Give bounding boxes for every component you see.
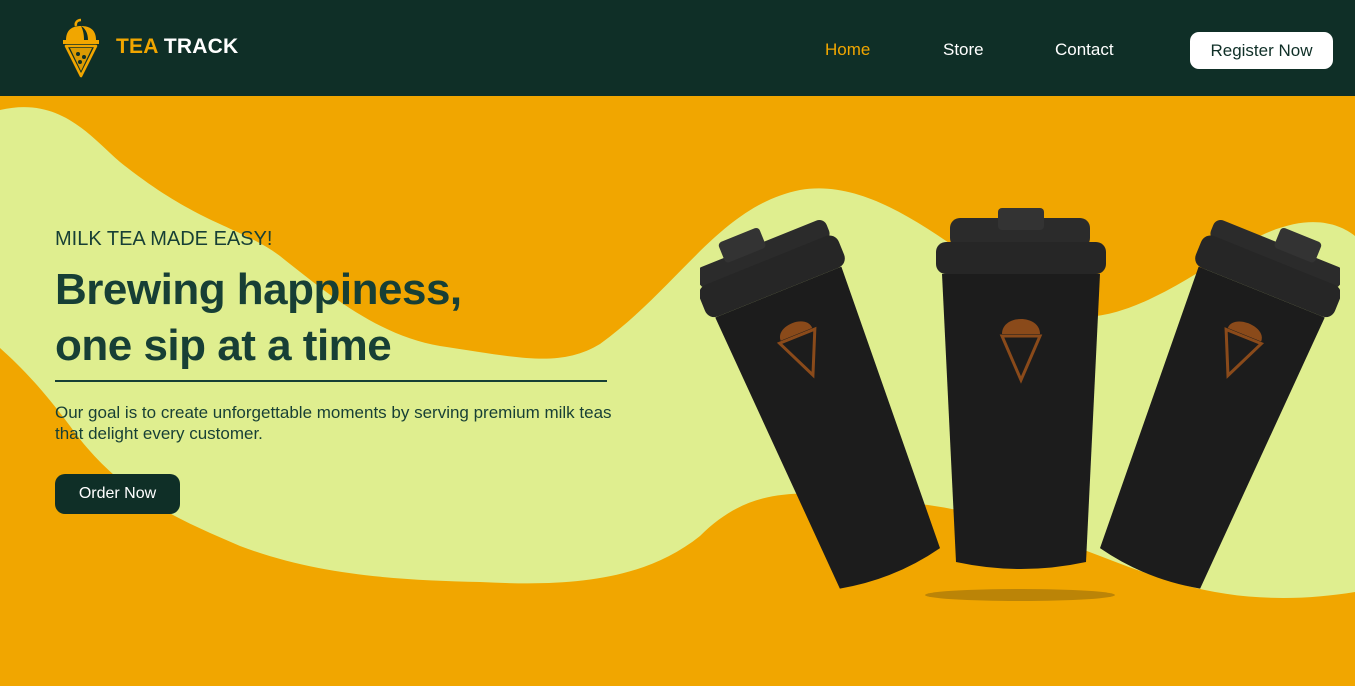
milk-tea-cone-icon — [63, 18, 99, 78]
tumbler-center — [936, 208, 1106, 569]
brand-name: TEA TRACK — [116, 35, 238, 59]
nav-item-home[interactable]: Home — [825, 40, 870, 60]
hero-headline-line1: Brewing happiness, — [55, 265, 462, 314]
top-navbar: TEA TRACK Home Store Contact Register No… — [0, 0, 1355, 96]
brand-logo[interactable]: TEA TRACK — [58, 16, 238, 78]
nav-item-store[interactable]: Store — [943, 40, 984, 60]
order-now-button[interactable]: Order Now — [55, 474, 180, 514]
hero-description: Our goal is to create unforgettable mome… — [55, 403, 612, 443]
hero-eyebrow: MILK TEA MADE EASY! — [55, 228, 273, 250]
hero-divider — [55, 380, 607, 382]
nav-item-contact[interactable]: Contact — [1055, 40, 1114, 60]
tumblers-product-image — [700, 208, 1340, 601]
tumbler-left — [700, 220, 941, 589]
register-now-button[interactable]: Register Now — [1190, 32, 1333, 69]
brand-name-part2: TRACK — [163, 35, 239, 58]
brand-name-part1: TEA — [116, 35, 158, 58]
hero-headline-line2: one sip at a time — [55, 321, 392, 370]
hero-headline: Brewing happiness, one sip at a time — [55, 262, 655, 374]
tumbler-right — [1099, 220, 1340, 589]
